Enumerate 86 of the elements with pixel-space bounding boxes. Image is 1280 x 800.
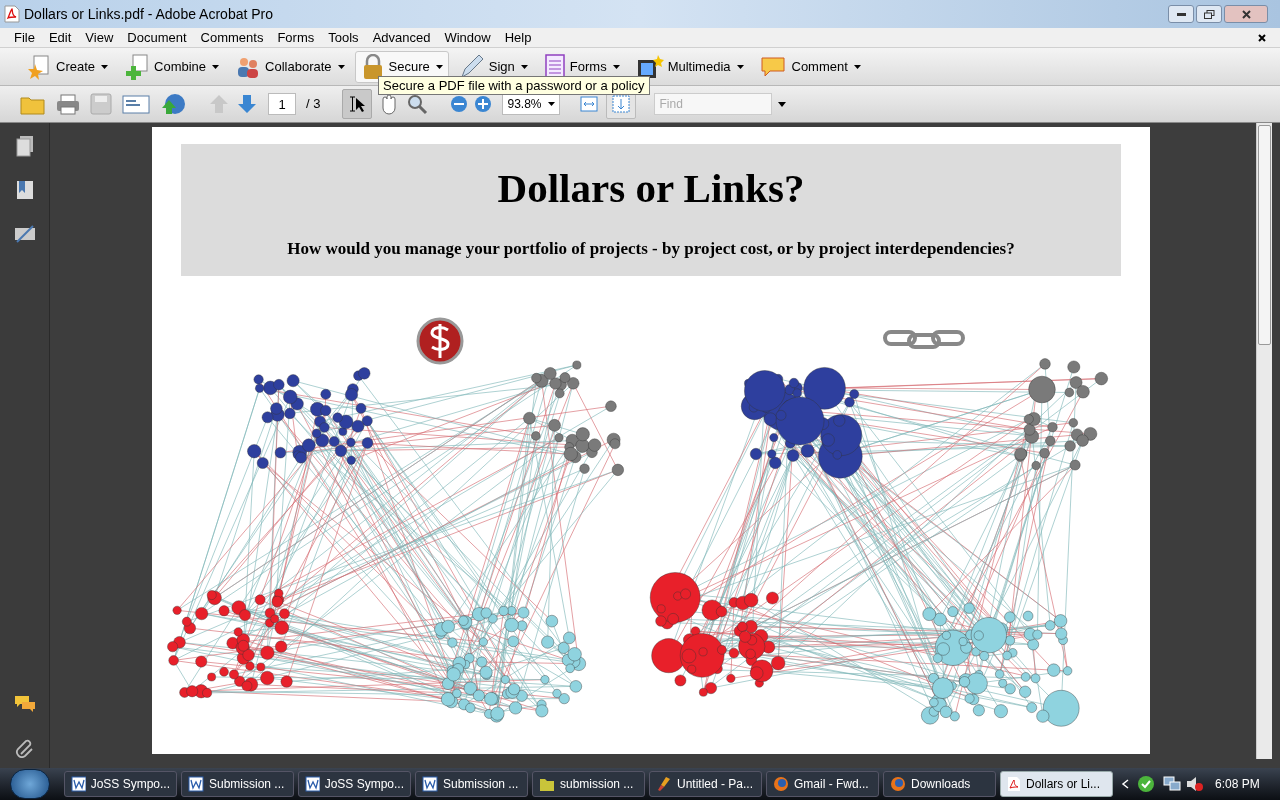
document-icon [422,776,438,792]
toolbar-button[interactable]: Collaborate [229,50,351,83]
caret-icon [101,64,109,69]
taskbar-button[interactable]: Untitled - Pa... [649,771,762,797]
document-icon [188,776,204,792]
menu-item[interactable]: Advanced [366,27,437,48]
document-title: Dollars or Links? [497,164,805,213]
taskbar-button[interactable]: Downloads [883,771,996,797]
down-arrow-icon[interactable] [236,93,258,115]
pages-icon[interactable] [14,135,35,157]
caret-icon [612,64,620,69]
close-icon [1258,33,1266,42]
menu-item[interactable]: Comments [194,27,270,48]
close-document-button[interactable] [1256,31,1268,44]
menu-item[interactable]: Edit [42,27,78,48]
bookmark-icon[interactable] [14,179,35,201]
maximize-button[interactable] [1196,5,1222,23]
menu-item[interactable]: Window [438,27,497,48]
dollar-coin-icon [416,317,464,365]
tooltip: Secure a PDF file with a password or a policy [378,76,650,95]
zoom-in-icon[interactable] [474,95,493,113]
caret-icon [212,64,220,69]
close-icon [1241,9,1251,19]
globe-arrow-icon[interactable] [160,92,186,116]
caret-icon [520,64,528,69]
envelope-icon[interactable] [122,93,150,115]
toolbar-button[interactable]: Comment [753,50,867,83]
fit-page-icon [611,94,632,114]
document-icon [305,776,320,792]
clock[interactable]: 6:08 PM [1215,775,1260,793]
network-icon[interactable] [1163,775,1181,793]
caret-icon [337,64,345,69]
muted-speaker-icon[interactable] [1185,775,1203,793]
globe-fox-icon [890,776,906,792]
scrollbar-thumb[interactable] [1258,125,1271,345]
scrollbar[interactable] [1256,123,1272,759]
folder-icon [539,776,555,792]
pdf-file-icon [4,5,20,23]
toolbar-button[interactable]: Create [20,50,115,83]
fit-width-icon[interactable] [578,93,601,115]
shield-check-icon[interactable] [1137,775,1155,793]
taskbar-button[interactable]: Submission ... [415,771,528,797]
chain-icon [883,330,965,349]
chevron-icon[interactable] [1121,779,1129,789]
menu-item[interactable]: Forms [271,27,321,48]
menu-item[interactable]: Document [121,27,193,48]
speech-bubbles-icon[interactable] [12,694,37,714]
signature-icon[interactable] [13,223,36,245]
zoom-out-icon[interactable] [450,95,469,113]
film-star-icon [635,53,664,80]
restore-icon [1203,9,1215,19]
menu-item[interactable]: Help [498,27,538,48]
close-button[interactable] [1224,5,1268,23]
minimize-button[interactable] [1168,5,1194,23]
page-number-field[interactable]: 1 [268,93,296,115]
window-title: Dollars or Links.pdf - Adobe Acrobat Pro [24,4,274,24]
taskbar-button[interactable]: JoSS Sympo... [64,771,177,797]
menu-item[interactable]: View [79,27,120,48]
document-subtitle: How would you manage your portfolio of projects - by project cost, or by project interdependencies? [287,237,1015,260]
document-icon [71,776,86,792]
taskbar-button[interactable]: JoSS Sympo... [298,771,411,797]
minimize-icon [1176,12,1186,16]
pdf-file-icon [1007,776,1021,792]
toolbar-button[interactable]: Combine [118,50,226,83]
taskbar-button[interactable]: submission ... [532,771,645,797]
page-count: / 3 [306,95,321,114]
caret-icon [736,64,744,69]
speech-bubble-icon [759,54,788,79]
printer-icon[interactable] [56,93,80,115]
globe-fox-icon [773,776,789,792]
pages-plus-icon [124,53,151,80]
taskbar-button[interactable]: Dollars or Li... [1000,771,1113,797]
menu-item[interactable]: Tools [322,27,365,48]
caret-icon [853,64,861,69]
taskbar-button[interactable]: Gmail - Fwd... [766,771,879,797]
find-field[interactable]: Find [654,93,773,115]
select-tool-button[interactable] [342,89,373,119]
magnifier-icon[interactable] [406,93,429,115]
caret-icon [435,64,443,69]
caret-icon[interactable] [778,101,787,107]
brush-icon [656,776,672,792]
menu-item[interactable]: File [8,27,41,48]
zoom-dropdown[interactable]: 93.8% [502,93,561,115]
taskbar-button[interactable]: Submission ... [181,771,294,797]
sparkle-page-icon [26,53,52,80]
caret-icon [548,102,556,106]
